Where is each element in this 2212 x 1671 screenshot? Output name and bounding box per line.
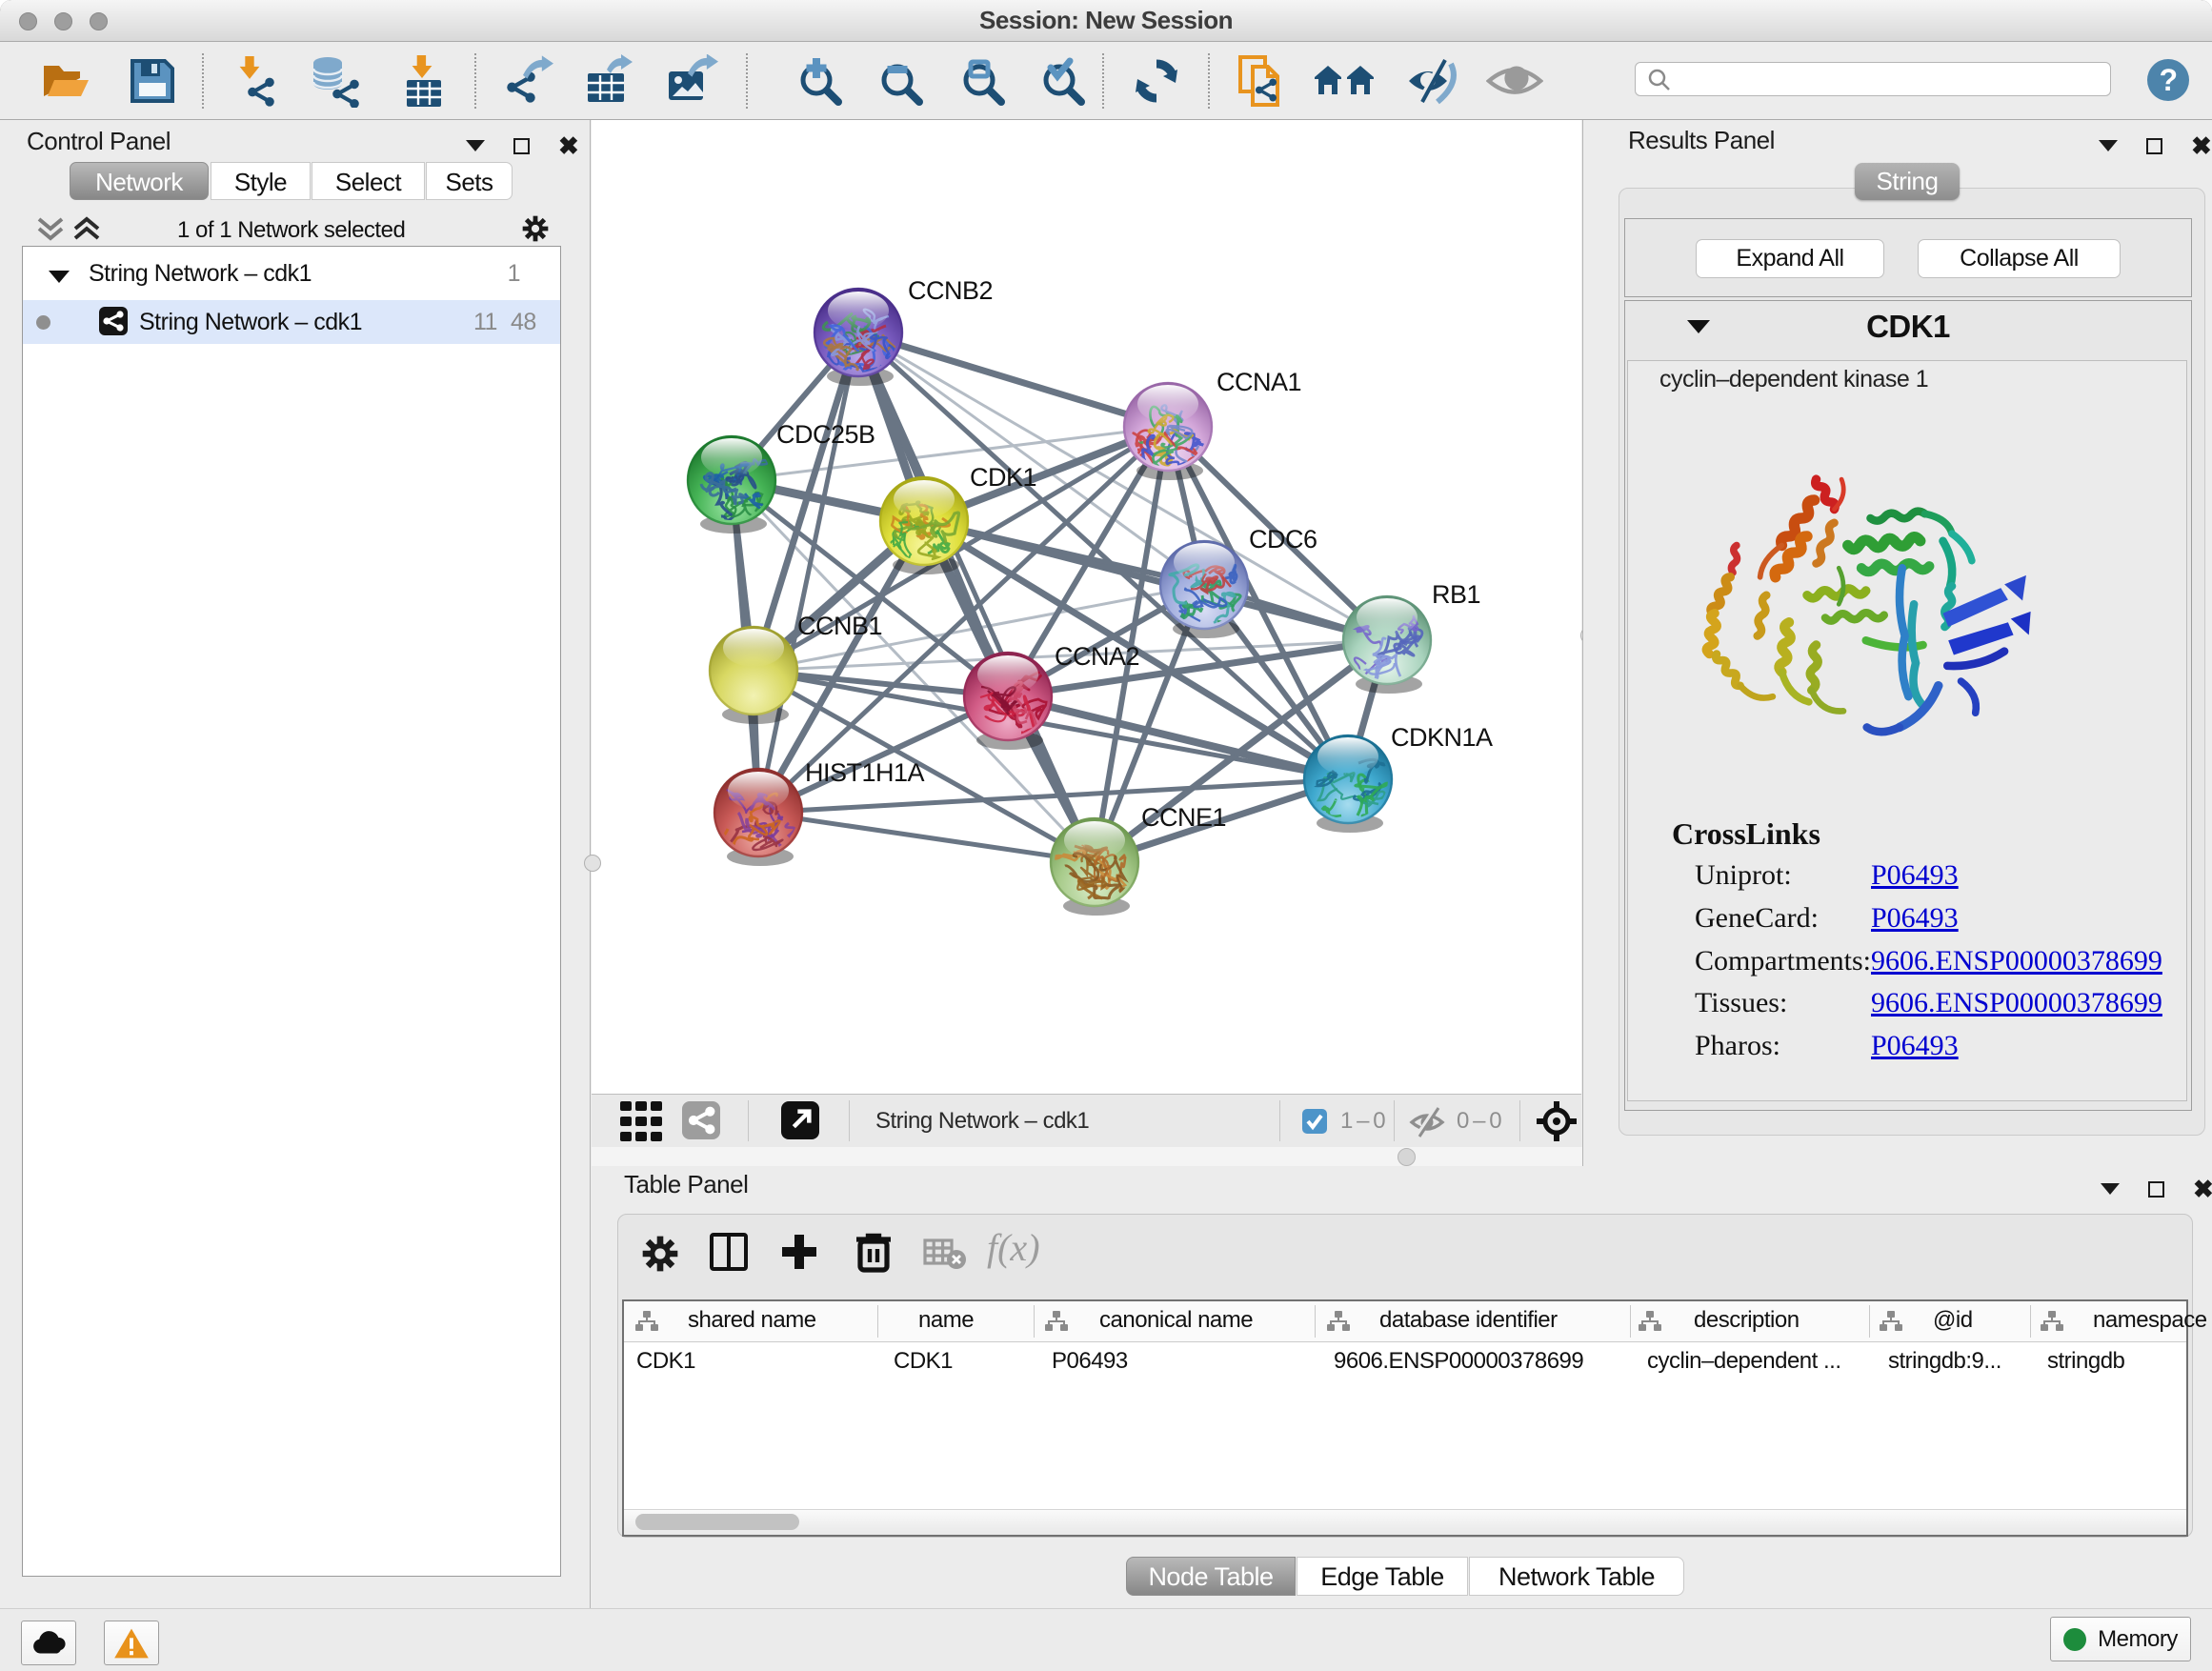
svg-text:CCNE1: CCNE1 xyxy=(1141,803,1226,832)
svg-text:CDK1: CDK1 xyxy=(970,463,1036,492)
svg-text:HIST1H1A: HIST1H1A xyxy=(805,758,925,787)
svg-text:CDKN1A: CDKN1A xyxy=(1391,723,1493,752)
svg-text:CDC25B: CDC25B xyxy=(776,420,875,449)
svg-text:CCNA2: CCNA2 xyxy=(1055,642,1139,671)
svg-text:RB1: RB1 xyxy=(1432,580,1480,609)
svg-text:CDC6: CDC6 xyxy=(1249,525,1317,554)
svg-text:CCNB2: CCNB2 xyxy=(908,276,993,305)
svg-text:CCNB1: CCNB1 xyxy=(797,612,882,640)
svg-text:CCNA1: CCNA1 xyxy=(1217,368,1301,396)
